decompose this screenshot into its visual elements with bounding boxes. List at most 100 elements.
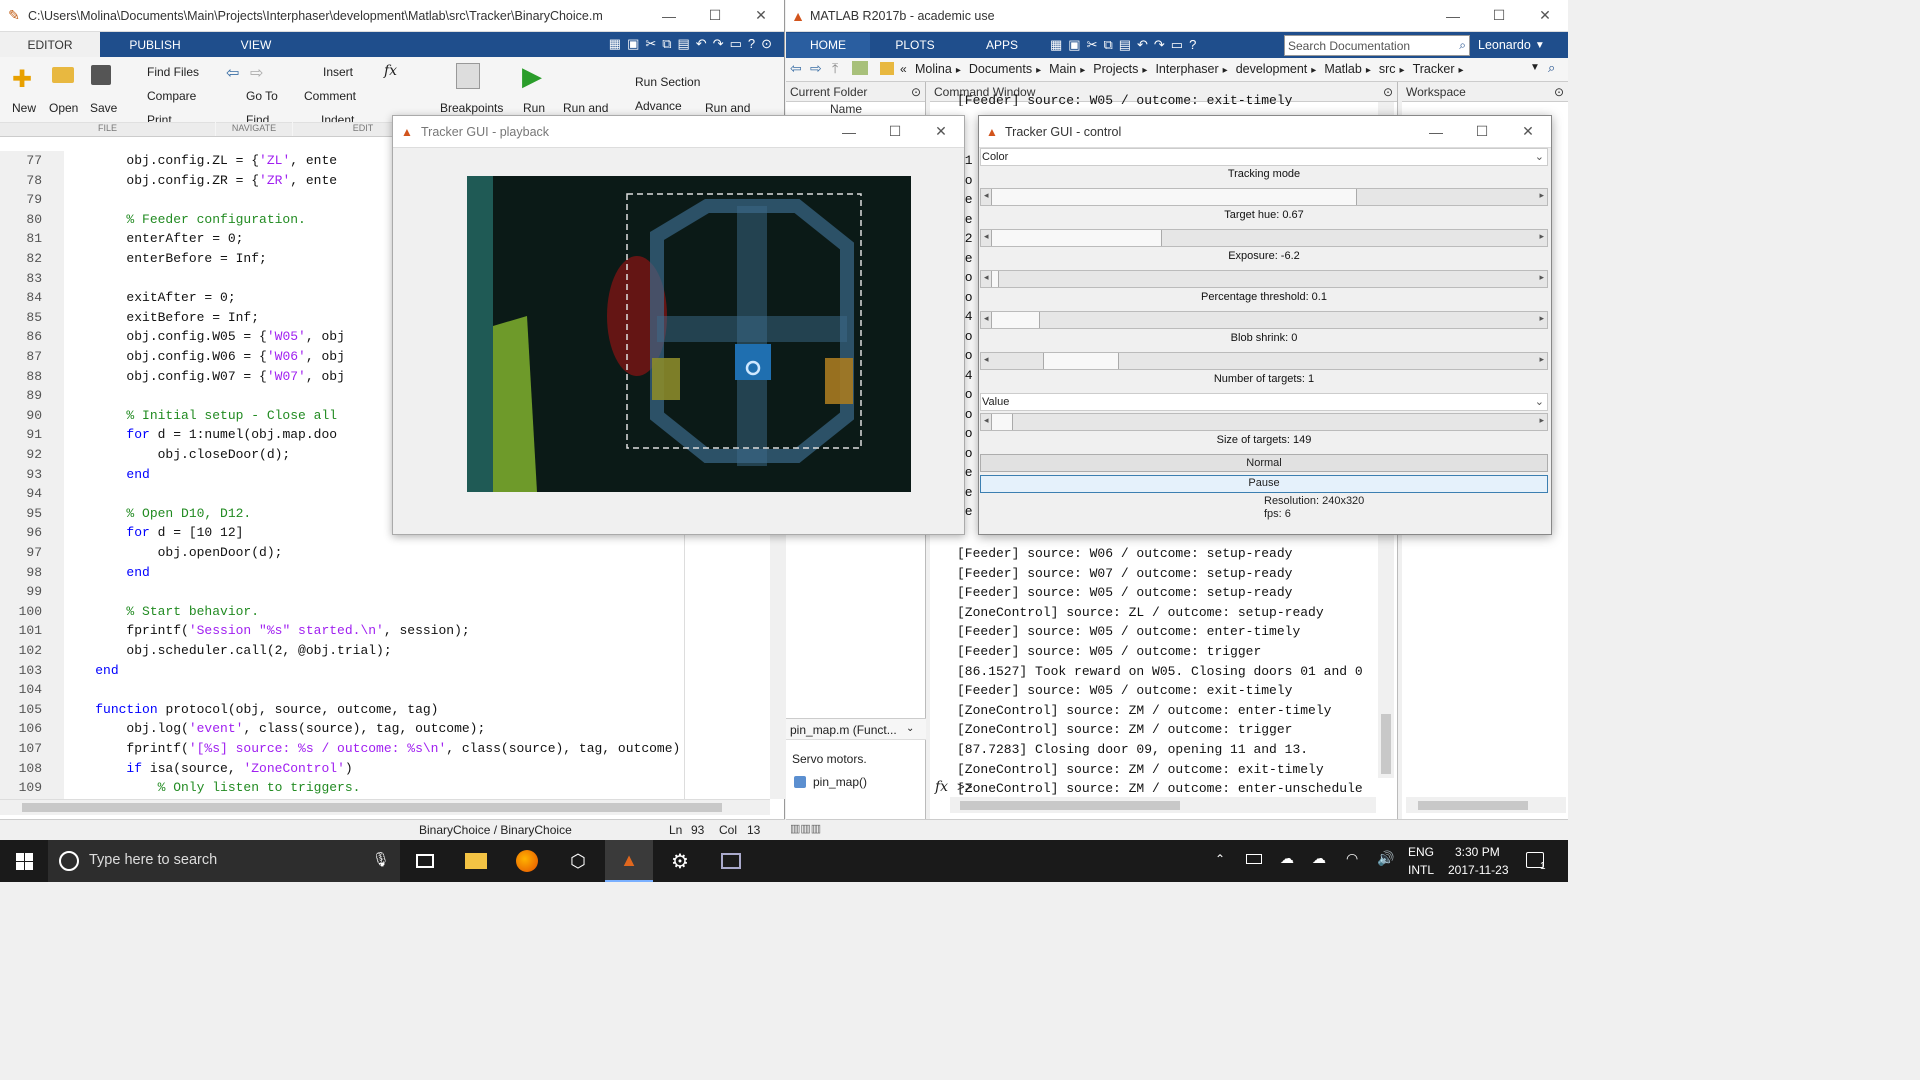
nav-back-icon[interactable]: ⇦ bbox=[790, 60, 802, 77]
slider-left-arrow[interactable]: ◂ bbox=[984, 272, 989, 283]
tab-plots[interactable]: PLOTS bbox=[870, 33, 960, 58]
breadcrumb-item[interactable]: Matlab bbox=[1324, 62, 1362, 76]
open-button[interactable]: Open bbox=[49, 101, 78, 115]
slider-right-arrow[interactable]: ▸ bbox=[1539, 190, 1544, 201]
run-and-button[interactable]: Run and bbox=[563, 101, 608, 115]
value-select[interactable]: Value ⌄ bbox=[980, 393, 1548, 411]
workspace-hscrollbar[interactable] bbox=[1406, 797, 1566, 813]
slider-right-arrow[interactable]: ▸ bbox=[1539, 415, 1544, 426]
run-button[interactable]: Run bbox=[523, 101, 545, 115]
app-window-button[interactable] bbox=[707, 840, 755, 882]
panel-menu-icon[interactable]: ⊙ bbox=[911, 85, 921, 99]
breadcrumb-item[interactable]: Main bbox=[1049, 62, 1076, 76]
breadcrumb-item[interactable]: src bbox=[1379, 62, 1396, 76]
user-menu[interactable]: Leonardo bbox=[1470, 38, 1531, 52]
size-of-targets-slider[interactable]: ◂ ▸ bbox=[980, 413, 1548, 431]
minimize-button[interactable]: — bbox=[646, 0, 692, 32]
slider-left-arrow[interactable]: ◂ bbox=[984, 190, 989, 201]
panel-menu-icon[interactable]: ⊙ bbox=[1383, 85, 1393, 99]
maximize-button[interactable]: ☐ bbox=[1459, 116, 1505, 148]
minimize-button[interactable]: — bbox=[826, 116, 872, 148]
slider-thumb[interactable] bbox=[991, 312, 1040, 328]
panel-menu-icon[interactable]: ⊙ bbox=[1554, 85, 1564, 99]
breadcrumb-arrow-icon[interactable]: ▸ bbox=[1311, 65, 1316, 76]
user-chevron-icon[interactable]: ▼ bbox=[1531, 40, 1545, 51]
find-files-button[interactable]: Find Files bbox=[147, 65, 199, 79]
tab-editor[interactable]: EDITOR bbox=[0, 32, 100, 57]
command-hscroll-thumb[interactable] bbox=[960, 801, 1180, 810]
code-hscrollbar[interactable] bbox=[0, 799, 770, 815]
search-icon[interactable]: ⌕ bbox=[1459, 38, 1466, 53]
breadcrumb-arrow-icon[interactable]: ▸ bbox=[1080, 65, 1085, 76]
tab-home[interactable]: HOME bbox=[786, 32, 870, 58]
breadcrumb-arrow-icon[interactable]: ▸ bbox=[1366, 65, 1371, 76]
volume-icon[interactable]: 🔊 bbox=[1377, 850, 1394, 867]
workspace-hscroll-thumb[interactable] bbox=[1418, 801, 1528, 810]
close-button[interactable]: ✕ bbox=[918, 116, 964, 148]
minimize-button[interactable]: — bbox=[1413, 116, 1459, 148]
battery-icon[interactable] bbox=[1246, 854, 1262, 864]
slider-thumb[interactable] bbox=[991, 189, 1357, 205]
go-to-button[interactable]: Go To bbox=[246, 89, 278, 103]
pause-button[interactable]: Pause bbox=[980, 475, 1548, 493]
breadcrumb-arrow-icon[interactable]: ▸ bbox=[956, 65, 961, 76]
language-eng[interactable]: ENG bbox=[1408, 845, 1434, 859]
breadcrumb-item[interactable]: development bbox=[1236, 62, 1308, 76]
tab-publish[interactable]: PUBLISH bbox=[100, 32, 210, 57]
nav-forward-icon[interactable]: ⇨ bbox=[810, 60, 822, 77]
slider-thumb[interactable] bbox=[1043, 353, 1119, 369]
breadcrumb-item[interactable]: Molina bbox=[915, 62, 952, 76]
unity-button[interactable]: ⬡ bbox=[554, 840, 602, 882]
save-button[interactable]: Save bbox=[90, 101, 117, 115]
microphone-icon[interactable]: 🎙 bbox=[372, 851, 390, 868]
tab-view[interactable]: VIEW bbox=[210, 32, 302, 57]
breadcrumb-arrow-icon[interactable]: ▸ bbox=[1223, 65, 1228, 76]
up-folder-icon[interactable]: ⤒ bbox=[832, 60, 838, 77]
search-documentation-input[interactable]: Search Documentation ⌕ bbox=[1284, 34, 1470, 56]
slider-left-arrow[interactable]: ◂ bbox=[984, 313, 989, 324]
slider-left-arrow[interactable]: ◂ bbox=[984, 231, 989, 242]
slider-left-arrow[interactable]: ◂ bbox=[984, 415, 989, 426]
blob-shrink-slider[interactable]: ◂ ▸ bbox=[980, 352, 1548, 370]
file-explorer-button[interactable] bbox=[452, 840, 500, 882]
breadcrumb-overflow[interactable]: « bbox=[900, 62, 907, 76]
tracking-mode-slider[interactable]: ◂ ▸ bbox=[980, 188, 1548, 206]
clock-time[interactable]: 3:30 PM bbox=[1455, 845, 1500, 859]
maximize-button[interactable]: ☐ bbox=[872, 116, 918, 148]
slider-thumb[interactable] bbox=[991, 230, 1162, 246]
breadcrumb-arrow-icon[interactable]: ▸ bbox=[1458, 65, 1463, 76]
slider-right-arrow[interactable]: ▸ bbox=[1539, 354, 1544, 365]
task-view-button[interactable] bbox=[401, 840, 449, 882]
slider-right-arrow[interactable]: ▸ bbox=[1539, 231, 1544, 242]
cloud-sync-icon[interactable]: ☁ bbox=[1312, 850, 1326, 867]
show-hidden-icons-icon[interactable]: ⌃ bbox=[1215, 852, 1225, 866]
chevron-down-icon[interactable]: ⌄ bbox=[906, 723, 914, 734]
firefox-button[interactable] bbox=[503, 840, 551, 882]
wifi-icon[interactable]: ◠ bbox=[1346, 850, 1358, 867]
code-hscroll-thumb[interactable] bbox=[22, 803, 722, 812]
breadcrumb-arrow-icon[interactable]: ▸ bbox=[1142, 65, 1147, 76]
run-and-time-button[interactable]: Run and bbox=[705, 101, 750, 115]
maximize-button[interactable]: ☐ bbox=[692, 0, 738, 32]
breadcrumb-item[interactable]: Documents bbox=[969, 62, 1032, 76]
new-button[interactable]: New bbox=[12, 101, 36, 115]
tab-apps[interactable]: APPS bbox=[960, 33, 1044, 58]
run-section-button[interactable]: Run Section bbox=[635, 75, 700, 89]
start-button[interactable] bbox=[0, 840, 48, 882]
breadcrumb-dropdown-icon[interactable]: ▼ bbox=[1530, 62, 1540, 73]
slider-thumb[interactable] bbox=[991, 414, 1013, 430]
slider-right-arrow[interactable]: ▸ bbox=[1539, 272, 1544, 283]
command-vscroll-thumb[interactable] bbox=[1381, 714, 1391, 774]
breadcrumb-item[interactable]: Projects bbox=[1093, 62, 1138, 76]
insert-button[interactable]: Insert bbox=[323, 65, 353, 79]
clock-date[interactable]: 2017-11-23 bbox=[1448, 863, 1509, 877]
file-detail-bar[interactable]: pin_map.m (Funct... ⌄ bbox=[786, 718, 926, 740]
slider-left-arrow[interactable]: ◂ bbox=[984, 354, 989, 365]
slider-thumb[interactable] bbox=[991, 271, 999, 287]
close-button[interactable]: ✕ bbox=[1522, 0, 1568, 32]
command-prompt[interactable]: >> bbox=[957, 780, 973, 795]
maximize-button[interactable]: ☐ bbox=[1476, 0, 1522, 32]
cloud-icon[interactable]: ☁ bbox=[1280, 850, 1294, 867]
normal-button[interactable]: Normal bbox=[980, 454, 1548, 472]
percentage-threshold-slider[interactable]: ◂ ▸ bbox=[980, 311, 1548, 329]
